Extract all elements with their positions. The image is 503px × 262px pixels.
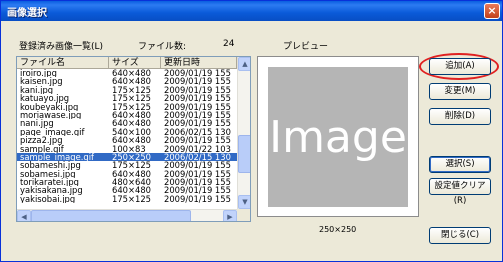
list-item-size: 175×125 xyxy=(112,161,151,170)
preview-panel: Image xyxy=(257,56,419,217)
list-item-size: 540×100 xyxy=(112,127,151,137)
list-item-size: 175×125 xyxy=(112,94,151,103)
list-item[interactable]: yakisobai.jpg 175×125 2009/01/19 155 xyxy=(17,195,237,203)
image-select-dialog: 画像選択 × 登録済み画像一覧(L) ファイル数: 24 プレビュー ファイル名… xyxy=(0,0,503,262)
list-rows: iroiro.jpg 640×480 2009/01/19 155 kaisen.jp… xyxy=(17,69,237,203)
list-item-modified: 2009/01/19 155 xyxy=(164,69,231,78)
list-item-modified: 2009/01/19 155 xyxy=(164,194,231,204)
registered-images-label: 登録済み画像一覧(L) xyxy=(19,42,104,52)
list-item-modified: 2006/02/15 130 xyxy=(164,127,231,137)
list-item[interactable]: kani.jpg 175×125 2009/01/19 155 xyxy=(17,86,237,94)
list-item-size: 640×480 xyxy=(112,77,151,86)
list-item[interactable]: page_image.gif 540×100 2006/02/15 130 xyxy=(17,128,237,136)
clear-settings-button[interactable]: 設定値クリア(R) xyxy=(429,178,491,206)
list-item-filename: nani.jpg xyxy=(20,119,54,128)
list-item[interactable]: sobamesi.jpg 640×480 2009/01/19 155 xyxy=(17,170,237,178)
list-item-filename: sobamesi.jpg xyxy=(20,169,76,179)
list-item[interactable]: koubeyaki.jpg 175×125 2009/01/19 155 xyxy=(17,103,237,111)
file-count-value: 24 xyxy=(223,39,235,49)
list-item-modified: 2009/01/19 155 xyxy=(164,102,231,111)
preview-image: Image xyxy=(268,67,408,207)
list-item-filename: yakisobai.jpg xyxy=(20,194,76,204)
list-item[interactable]: nani.jpg 640×480 2009/01/19 155 xyxy=(17,119,237,127)
list-item-filename: koubeyaki.jpg xyxy=(20,102,79,111)
scroll-down-icon[interactable]: ▼ xyxy=(238,195,250,209)
list-item[interactable]: katuayo.jpg 175×125 2009/01/19 155 xyxy=(17,94,237,102)
horizontal-scrollbar[interactable]: ◀ ▶ xyxy=(17,209,237,221)
list-item-modified: 2009/01/19 155 xyxy=(164,77,231,86)
list-item-modified: 2009/01/19 155 xyxy=(164,110,231,120)
file-list[interactable]: ファイル名 サイズ 更新日時 iroiro.jpg 640×480 2009/01/… xyxy=(16,56,251,222)
preview-label: プレビュー xyxy=(283,42,329,52)
scroll-left-icon[interactable]: ◀ xyxy=(17,210,31,221)
list-item-size: 480×640 xyxy=(112,178,151,187)
horizontal-scroll-thumb[interactable] xyxy=(31,210,191,221)
list-item[interactable]: iroiro.jpg 640×480 2009/01/19 155 xyxy=(17,69,237,77)
list-item[interactable]: kaisen.jpg 640×480 2009/01/19 155 xyxy=(17,77,237,85)
list-item-filename: moriawase.jpg xyxy=(20,110,82,120)
list-item-filename: sample_image.gif xyxy=(20,152,94,162)
column-header-modified[interactable]: 更新日時 xyxy=(161,57,237,69)
close-icon[interactable]: × xyxy=(484,3,500,19)
list-item-size: 175×125 xyxy=(112,85,151,95)
title-bar[interactable]: 画像選択 × xyxy=(1,1,502,21)
preview-size: 250×250 xyxy=(319,225,357,234)
list-item-filename: kani.jpg xyxy=(20,85,54,95)
vertical-scroll-thumb[interactable] xyxy=(238,135,250,173)
column-header-filename[interactable]: ファイル名 xyxy=(17,57,109,69)
scrollbar-corner xyxy=(237,209,250,221)
list-item-modified: 2009/01/19 155 xyxy=(164,161,231,170)
list-item-size: 175×125 xyxy=(112,102,151,111)
list-item-filename: sample.gif xyxy=(20,144,64,153)
list-item-modified: 2009/01/19 155 xyxy=(164,119,231,128)
list-item-size: 175×125 xyxy=(112,194,151,204)
select-button[interactable]: 選択(S) xyxy=(429,156,491,173)
list-item-filename: sobameshi.jpg xyxy=(20,161,81,170)
list-item-modified: 2009/01/19 155 xyxy=(164,169,231,179)
list-item-size: 640×480 xyxy=(112,169,151,179)
list-item[interactable]: torikaratei.jpg 480×640 2009/01/19 155 xyxy=(17,178,237,186)
list-item[interactable]: yakisakana.jpg 640×480 2009/01/19 155 xyxy=(17,186,237,194)
list-item-size: 640×480 xyxy=(112,69,151,78)
list-item-size: 250×250 xyxy=(112,152,151,162)
list-item-size: 640×480 xyxy=(112,110,151,120)
list-item-modified: 2009/01/22 103 xyxy=(164,144,231,153)
list-item-size: 640×480 xyxy=(112,136,151,145)
delete-button[interactable]: 削除(D) xyxy=(429,108,491,125)
list-item-size: 100×83 xyxy=(112,144,146,153)
vertical-scrollbar[interactable]: ▲ ▼ xyxy=(237,57,250,209)
list-item-modified: 2006/02/15 130 xyxy=(164,152,231,162)
list-item-modified: 2009/01/19 155 xyxy=(164,94,231,103)
column-header-size[interactable]: サイズ xyxy=(109,57,161,69)
list-item-filename: katuayo.jpg xyxy=(20,94,70,103)
list-item[interactable]: sobameshi.jpg 175×125 2009/01/19 155 xyxy=(17,161,237,169)
scroll-right-icon[interactable]: ▶ xyxy=(223,210,237,221)
scroll-up-icon[interactable]: ▲ xyxy=(238,57,250,71)
file-count-label: ファイル数: xyxy=(138,42,187,52)
list-item[interactable]: pizza2.jpg 640×480 2009/01/19 155 xyxy=(17,136,237,144)
list-item-modified: 2009/01/19 155 xyxy=(164,186,231,195)
list-item-modified: 2009/01/19 155 xyxy=(164,85,231,95)
list-item-modified: 2009/01/19 155 xyxy=(164,136,231,145)
list-item-filename: page_image.gif xyxy=(20,127,85,137)
window-title: 画像選択 xyxy=(7,8,47,19)
list-item-filename: pizza2.jpg xyxy=(20,136,63,145)
list-item-filename: iroiro.jpg xyxy=(20,69,57,78)
list-item-size: 640×480 xyxy=(112,119,151,128)
list-item-size: 640×480 xyxy=(112,186,151,195)
list-item[interactable]: sample_image.gif 250×250 2006/02/15 130 xyxy=(17,152,237,162)
list-item[interactable]: sample.gif 100×83 2009/01/22 103 xyxy=(17,145,237,153)
list-item-filename: torikaratei.jpg xyxy=(20,178,79,187)
list-item-filename: kaisen.jpg xyxy=(20,77,63,86)
change-button[interactable]: 変更(M) xyxy=(429,83,491,100)
list-item-modified: 2009/01/19 155 xyxy=(164,178,231,187)
list-item-filename: yakisakana.jpg xyxy=(20,186,83,195)
list-header: ファイル名 サイズ 更新日時 xyxy=(17,57,237,69)
add-button[interactable]: 追加(A) xyxy=(429,58,491,75)
list-item[interactable]: moriawase.jpg 640×480 2009/01/19 155 xyxy=(17,111,237,119)
close-button[interactable]: 閉じる(C) xyxy=(429,227,491,244)
